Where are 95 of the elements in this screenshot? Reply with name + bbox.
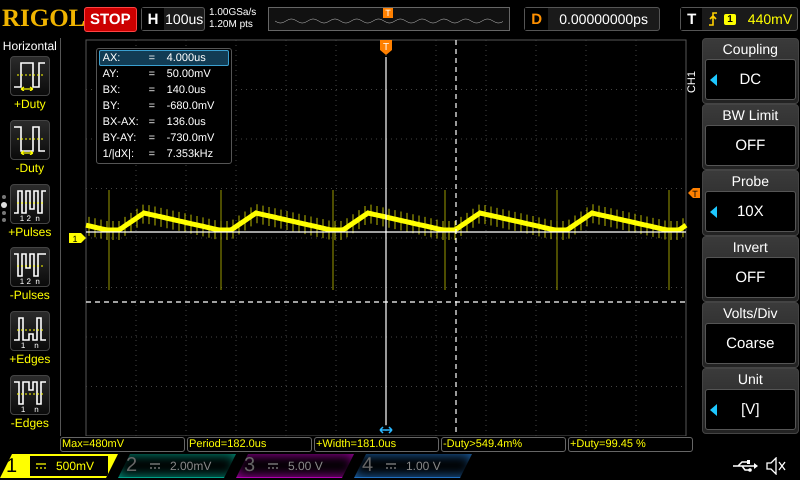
measure-button[interactable]: 1 2 n — [10, 184, 50, 224]
menu-title: Unit — [738, 370, 763, 389]
measurement-readout: Max=480mV — [60, 436, 185, 452]
readout-label: BX: — [102, 83, 122, 97]
menu-item[interactable]: Volts/Div Coarse — [702, 302, 799, 368]
menu-title: Probe — [732, 172, 769, 191]
readout-value: -730.0mV — [166, 131, 214, 145]
readout-value: 140.0us — [166, 83, 206, 97]
sample-rate: 1.00GSa/s — [209, 7, 258, 19]
measure-label: -Edges — [10, 416, 49, 430]
timebase-display[interactable]: H 100us — [140, 7, 205, 31]
readout-value: 7.353kHz — [166, 147, 214, 161]
readout-sign: = — [148, 147, 156, 161]
menu-item[interactable]: Invert OFF — [702, 236, 799, 302]
channel-tab[interactable]: 3 5.00 V — [236, 454, 354, 478]
menu-item[interactable]: Coupling DC — [702, 38, 799, 104]
readout-value: 136.0us — [166, 115, 206, 129]
channel-tab[interactable]: 2 2.00mV — [118, 454, 236, 478]
menu-value: DC — [739, 71, 762, 88]
icon-caption: 1 2 n — [18, 214, 41, 223]
menu-value: OFF — [735, 137, 766, 154]
menu-item[interactable]: BW Limit OFF — [702, 104, 799, 170]
dc-coupling-icon — [386, 462, 396, 470]
sidebar-title: Horizontal — [2, 39, 57, 53]
measure-label: +Pulses — [8, 224, 52, 239]
dc-coupling-icon — [36, 462, 46, 470]
trigger-time-marker: T — [380, 40, 392, 55]
cursor-line[interactable] — [86, 231, 686, 233]
usb-icon — [732, 459, 758, 473]
trigger-level: 440mV — [748, 11, 792, 27]
timebase-label: H — [142, 8, 164, 30]
measure-label: -Duty — [15, 160, 44, 175]
rising-edge-icon — [708, 11, 718, 27]
measurement-readout: Period=182.0us — [187, 436, 312, 452]
memory-depth: 1.20M pts — [209, 19, 254, 31]
readout-label: BY: — [102, 99, 121, 113]
dc-coupling-icon — [150, 462, 160, 470]
menu-title: Coupling — [722, 40, 778, 59]
readout-label: BY-AY: — [102, 131, 138, 145]
readout-sign: = — [148, 131, 156, 145]
measurement-readout: +Width=181.0us — [314, 436, 439, 452]
trigger-level-marker: T — [688, 188, 700, 199]
trigger-source: 1 — [724, 14, 736, 24]
measure-button[interactable]: 1 2 n — [10, 247, 50, 288]
channel-marker: 1 — [68, 233, 86, 244]
menu-title: BW Limit — [722, 106, 778, 125]
channel-label: CH1 — [686, 71, 698, 93]
menu-value: OFF — [735, 269, 766, 286]
channel-tab[interactable]: 4 1.00 V — [354, 454, 472, 478]
menu-value: 10X — [736, 203, 764, 220]
measure-label: +Edges — [9, 352, 50, 366]
trigger-label: T — [681, 8, 702, 30]
readout-value: -680.0mV — [166, 99, 214, 113]
trigger-display[interactable]: T 1 440mV — [680, 7, 798, 31]
menu-value: Coarse — [726, 335, 774, 352]
icon-caption: 1 n — [20, 405, 40, 414]
measure-button[interactable]: 1 n — [10, 311, 50, 352]
page-indicator-icon — [1, 194, 7, 222]
menu-item[interactable]: Unit [V] — [702, 368, 799, 434]
run-state-indicator[interactable]: STOP — [84, 6, 137, 32]
measure-button[interactable] — [10, 56, 50, 96]
readout-label: BX-AX: — [102, 115, 140, 129]
cursor-line[interactable] — [86, 301, 686, 303]
readout-sign: = — [148, 51, 156, 65]
measure-button[interactable]: 1 n — [10, 375, 50, 416]
speaker-muted-icon — [766, 457, 786, 475]
delay-value: 0.00000000ps — [558, 11, 649, 27]
menu-value: [V] — [741, 401, 760, 418]
cursor-line[interactable] — [385, 57, 386, 425]
channel-tab[interactable]: 1 500mV — [0, 454, 118, 478]
cursor-handle-icon[interactable] — [378, 426, 392, 434]
readout-sign: = — [148, 115, 156, 129]
readout-value: 4.000us — [166, 51, 206, 65]
readout-label: AY: — [102, 67, 120, 81]
delay-display[interactable]: D 0.00000000ps — [524, 7, 660, 31]
trigger-position-marker: T — [383, 8, 393, 18]
measure-button[interactable] — [10, 120, 50, 160]
timebase-value: 100us — [164, 11, 204, 27]
readout-sign: = — [148, 99, 156, 113]
readout-sign: = — [148, 83, 156, 97]
icon-caption: 1 2 n — [18, 277, 41, 286]
readout-label: AX: — [102, 51, 122, 65]
menu-title: Volts/Div — [723, 304, 778, 323]
delay-label: D — [525, 8, 548, 30]
measure-label: -Pulses — [10, 288, 50, 302]
measurement-readout: +Duty=99.45 % — [568, 436, 693, 452]
menu-item[interactable]: Probe 10X — [702, 170, 799, 236]
icon-caption: 1 n — [20, 341, 40, 350]
readout-label: 1/|dX|: — [102, 147, 136, 161]
readout-value: 50.00mV — [166, 67, 211, 81]
menu-title: Invert — [732, 238, 768, 257]
dc-coupling-icon — [268, 462, 278, 470]
measure-label: +Duty — [14, 97, 46, 111]
measurement-readout: -Duty>549.4m% — [441, 436, 566, 452]
readout-sign: = — [148, 67, 156, 81]
